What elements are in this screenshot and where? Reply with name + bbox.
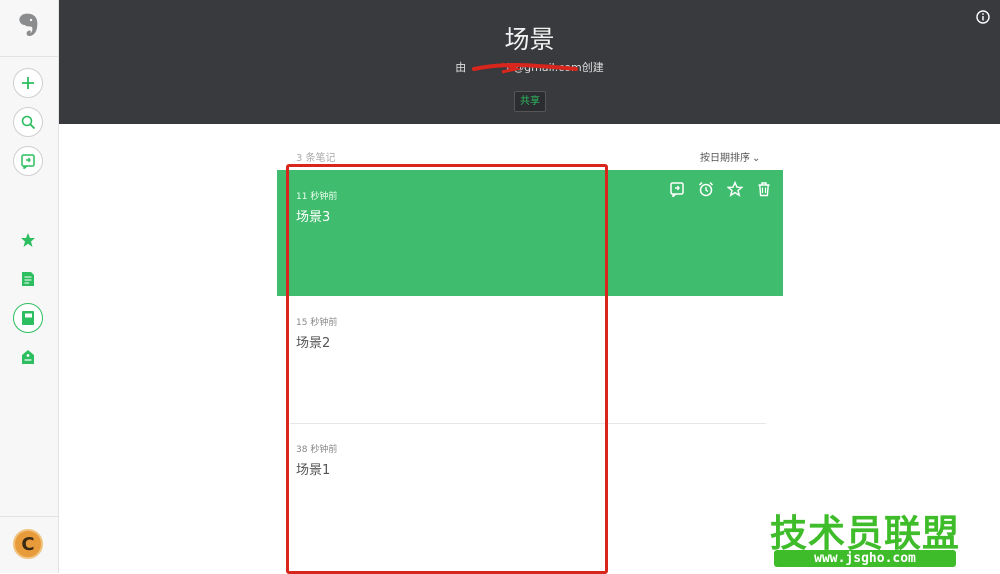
new-note-button[interactable]	[13, 68, 43, 98]
shortcuts-button[interactable]	[13, 225, 43, 255]
red-annotation-box	[286, 164, 608, 574]
sidebar-divider	[0, 516, 59, 517]
notes-button[interactable]	[13, 264, 43, 294]
work-chat-button[interactable]	[13, 146, 43, 176]
search-icon	[21, 115, 35, 129]
tag-icon	[22, 350, 34, 364]
star-icon[interactable]	[726, 180, 744, 198]
info-icon[interactable]	[976, 10, 990, 24]
account-avatar[interactable]: C	[13, 529, 43, 559]
watermark-url: www.jsgho.com	[774, 550, 956, 567]
notebook-title: 场景	[504, 25, 555, 54]
watermark-title: 技术员联盟	[770, 512, 960, 555]
notebooks-button[interactable]	[13, 303, 43, 333]
note-actions	[668, 180, 773, 198]
red-redaction-scribble	[472, 62, 578, 74]
owner-prefix: 由	[455, 61, 467, 74]
work-chat-icon[interactable]	[668, 180, 686, 198]
work-chat-icon	[21, 154, 35, 169]
trash-icon[interactable]	[755, 180, 773, 198]
sidebar-divider	[0, 56, 59, 57]
owner-suffix: 创建	[581, 61, 604, 74]
reminder-alarm-icon[interactable]	[697, 180, 715, 198]
share-button[interactable]: 共享	[514, 91, 546, 112]
sort-label: 按日期排序	[700, 153, 750, 164]
sort-dropdown[interactable]: 按日期排序 ⌄	[700, 149, 760, 164]
sidebar: C	[0, 0, 59, 573]
avatar-letter: C	[21, 533, 35, 555]
tags-button[interactable]	[13, 342, 43, 372]
evernote-logo-icon[interactable]	[13, 10, 43, 40]
site-watermark: 技术员联盟 www.jsgho.com	[770, 503, 1000, 573]
note-count: 3 条笔记	[296, 153, 336, 164]
search-button[interactable]	[13, 107, 43, 137]
plus-icon	[22, 77, 34, 89]
notebook-icon	[22, 311, 34, 325]
chevron-down-icon: ⌄	[752, 153, 761, 164]
notes-icon	[22, 272, 34, 286]
star-icon	[21, 233, 35, 247]
